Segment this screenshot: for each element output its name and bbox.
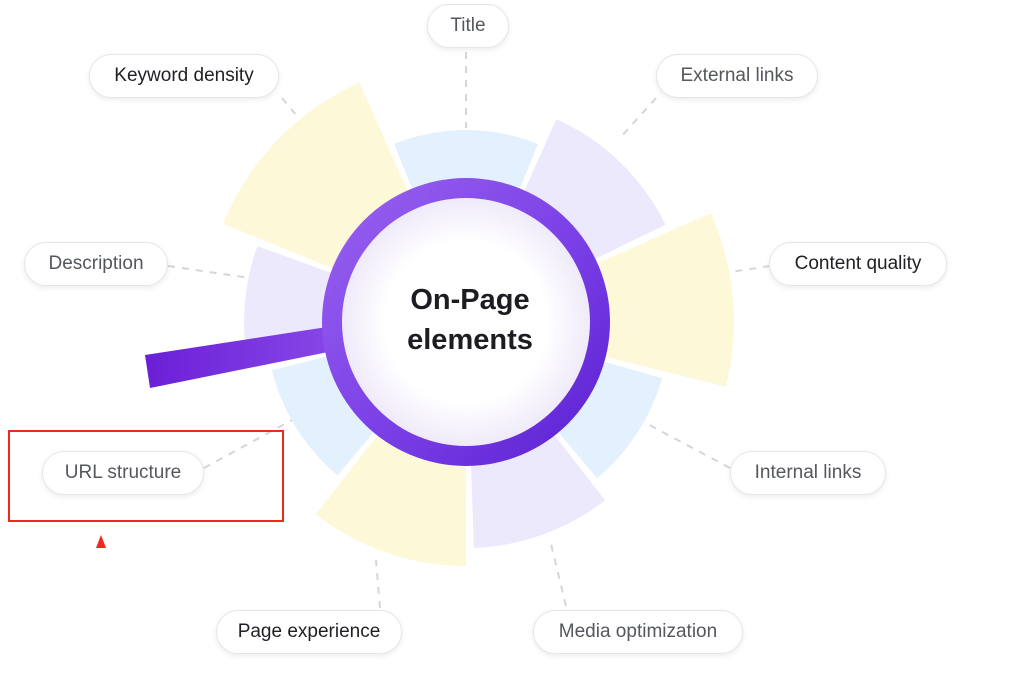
label-description: Description	[24, 242, 168, 286]
red-arrow-icon	[95, 535, 106, 625]
center-title-line2: elements	[407, 324, 533, 356]
label-title: Title	[427, 4, 509, 48]
label-keyword-density: Keyword density	[89, 54, 279, 98]
label-url-structure: URL structure	[42, 451, 204, 495]
label-media-optimization: Media optimization	[533, 610, 743, 654]
label-content-quality: Content quality	[769, 242, 947, 286]
label-page-experience: Page experience	[216, 610, 402, 654]
label-internal-links: Internal links	[730, 451, 886, 495]
center-title-line1: On-Page	[410, 284, 530, 316]
center-title: On-Page elements	[355, 280, 585, 360]
label-external-links: External links	[656, 54, 818, 98]
